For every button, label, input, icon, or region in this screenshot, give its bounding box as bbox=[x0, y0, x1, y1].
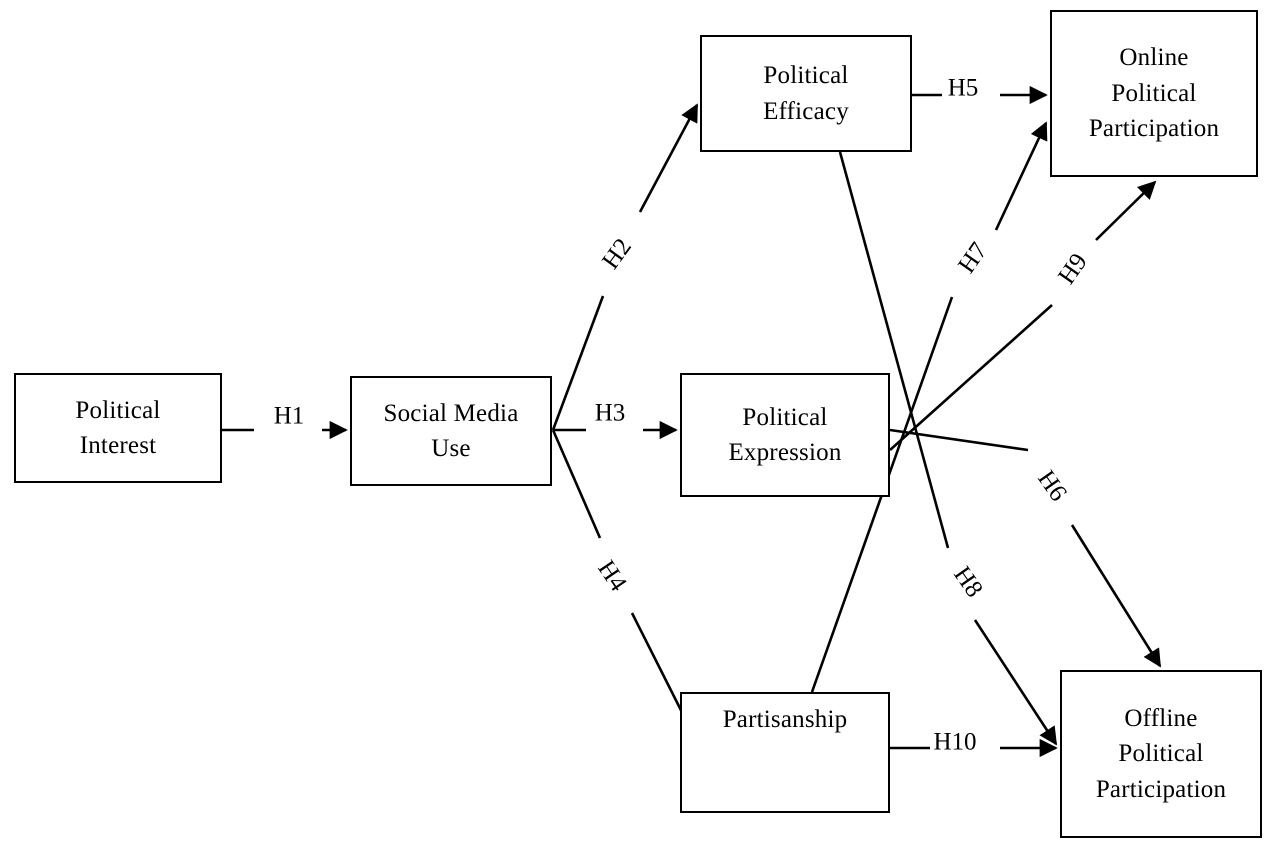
diagram-canvas: Political Interest Social Media Use Poli… bbox=[0, 0, 1280, 856]
node-online-political-participation[interactable]: Online Political Participation bbox=[1050, 10, 1258, 177]
node-political-interest[interactable]: Political Interest bbox=[14, 373, 222, 483]
node-label-political-expression: Political Expression bbox=[728, 403, 842, 467]
node-political-efficacy[interactable]: Political Efficacy bbox=[700, 35, 912, 152]
edge-h9-lower bbox=[889, 304, 1053, 451]
node-label-social-media-use: Social Media Use bbox=[383, 399, 519, 463]
node-label-political-efficacy: Political Efficacy bbox=[763, 62, 849, 125]
node-offline-political-participation[interactable]: Offline Political Participation bbox=[1060, 670, 1262, 838]
node-social-media-use[interactable]: Social Media Use bbox=[350, 376, 552, 486]
edge-label-h1: H1 bbox=[270, 402, 308, 430]
edge-label-h5: H5 bbox=[944, 74, 982, 102]
edge-h9-upper bbox=[1095, 180, 1157, 241]
edge-h2-upper bbox=[638, 103, 699, 213]
node-partisanship[interactable]: Partisanship bbox=[680, 692, 890, 813]
edge-h7-upper bbox=[994, 121, 1048, 231]
node-label-political-interest: Political Interest bbox=[75, 396, 161, 460]
edge-label-h3: H3 bbox=[591, 399, 629, 427]
edge-h6-lower bbox=[1070, 524, 1162, 668]
node-label-partisanship: Partisanship bbox=[722, 706, 848, 733]
edge-label-h10: H10 bbox=[930, 728, 980, 756]
node-label-online-political-participation: Online Political Participation bbox=[1088, 44, 1220, 143]
edge-h4-upper bbox=[551, 429, 602, 539]
edge-h8-lower bbox=[973, 619, 1058, 746]
node-label-offline-political-participation: Offline Political Participation bbox=[1095, 704, 1227, 803]
node-political-expression[interactable]: Political Expression bbox=[680, 373, 890, 497]
